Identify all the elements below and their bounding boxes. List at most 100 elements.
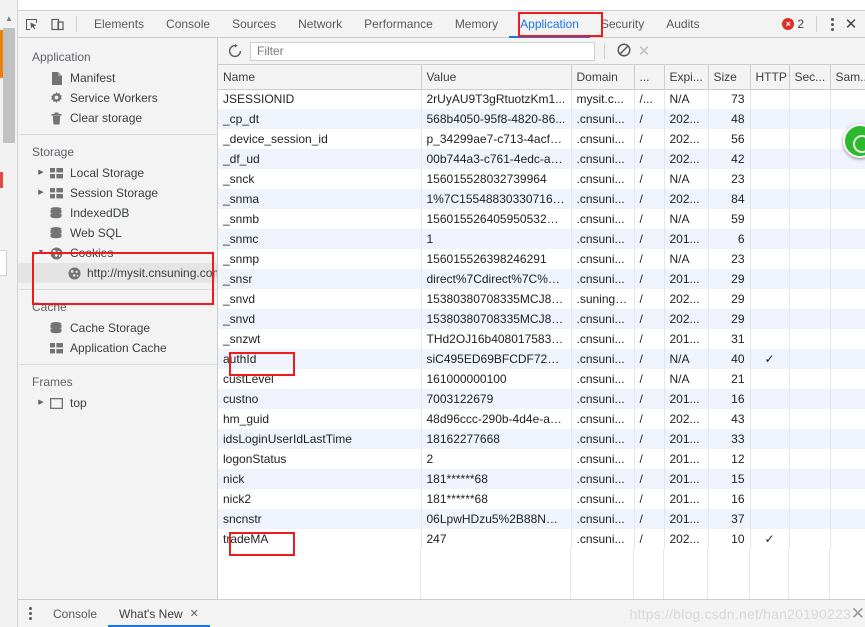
cell-httponly[interactable] <box>750 429 790 449</box>
cell-samesite[interactable] <box>830 429 865 449</box>
cell-httponly[interactable] <box>750 409 790 429</box>
cell-expires[interactable]: 201... <box>664 229 709 249</box>
cell-samesite[interactable] <box>830 189 865 209</box>
cell-name[interactable]: custLevel <box>218 369 422 389</box>
chevron-right-icon[interactable]: ▶ <box>36 183 46 203</box>
cell-name[interactable]: _snvd <box>218 289 422 309</box>
column-header-samesite[interactable]: Sam... <box>830 65 865 90</box>
cell-size[interactable]: 21 <box>708 369 751 389</box>
cell-value[interactable]: 1%7C155488303307164... <box>421 189 572 209</box>
cell-httponly[interactable] <box>750 249 790 269</box>
cell-name[interactable]: _snck <box>218 169 422 189</box>
cell-expires[interactable]: 202... <box>664 129 709 149</box>
cell-size[interactable]: 23 <box>708 169 751 189</box>
sidebar-item-service-workers[interactable]: Service Workers <box>18 88 217 108</box>
cell-secure[interactable] <box>789 409 831 429</box>
cell-samesite[interactable] <box>830 369 865 389</box>
cell-path[interactable]: / <box>634 229 665 249</box>
cell-samesite[interactable] <box>830 229 865 249</box>
table-row[interactable]: custLevel 161000000100 .cnsuni... / N/A 21 <box>218 369 865 389</box>
cell-name[interactable]: _snvd <box>218 309 422 329</box>
sidebar-item-session-storage[interactable]: ▶ Session Storage <box>18 183 217 203</box>
tab-application[interactable]: Application <box>509 11 590 38</box>
cell-httponly[interactable] <box>750 389 790 409</box>
cell-httponly[interactable] <box>750 489 790 509</box>
cell-path[interactable]: / <box>634 269 665 289</box>
cell-httponly[interactable] <box>750 369 790 389</box>
cell-value[interactable]: p_34299ae7-c713-4acf-b... <box>421 129 572 149</box>
cell-domain[interactable]: .cnsuni... <box>571 469 635 489</box>
cell-secure[interactable] <box>789 329 831 349</box>
cell-name[interactable]: _device_session_id <box>218 129 422 149</box>
cell-size[interactable]: 29 <box>708 289 751 309</box>
cell-secure[interactable] <box>789 469 831 489</box>
cell-httponly[interactable] <box>750 309 790 329</box>
cell-httponly[interactable] <box>750 329 790 349</box>
cell-domain[interactable]: .suning.... <box>571 289 635 309</box>
tab-security[interactable]: Security <box>590 11 655 38</box>
cell-domain[interactable]: .cnsuni... <box>571 369 635 389</box>
page-scrollbar[interactable]: ▲ <box>0 0 18 627</box>
table-row[interactable]: sncnstr 06LpwHDzu5%2B88NGT... .cnsuni.../2… <box>218 509 865 529</box>
cell-samesite[interactable] <box>830 269 865 289</box>
cell-path[interactable]: / <box>634 389 665 409</box>
cell-path[interactable]: / <box>634 289 665 309</box>
cell-value[interactable]: 181******68 <box>421 489 572 509</box>
cell-expires[interactable]: N/A <box>664 169 709 189</box>
cell-size[interactable]: 40 <box>708 349 751 369</box>
cell-path[interactable]: / <box>634 469 665 489</box>
table-row[interactable]: _snmb 156015526405950532%... .cnsuni... / N/… <box>218 209 865 229</box>
table-row[interactable]: nick 181******68 .cnsuni.../201... 15 <box>218 469 865 489</box>
cell-domain[interactable]: .cnsuni... <box>571 489 635 509</box>
sidebar-item-indexeddb[interactable]: IndexedDB <box>18 203 217 223</box>
sidebar-item-cookie-origin[interactable]: http://mysit.cnsuning.com <box>18 263 217 283</box>
cell-path[interactable]: / <box>634 189 665 209</box>
close-icon[interactable]: ✕ <box>190 607 199 620</box>
cell-value[interactable]: 568b4050-95f8-4820-86... <box>421 109 572 129</box>
cell-value[interactable]: 06LpwHDzu5%2B88NGT... <box>421 509 572 529</box>
cell-domain[interactable]: .cnsuni... <box>571 269 635 289</box>
table-row[interactable]: authId siC495ED69BFCDF725A3... .cnsuni... /… <box>218 349 865 369</box>
cell-samesite[interactable] <box>830 469 865 489</box>
cell-secure[interactable] <box>789 249 831 269</box>
cell-path[interactable]: / <box>634 249 665 269</box>
column-header-domain[interactable]: Domain <box>571 65 635 90</box>
cell-secure[interactable] <box>789 289 831 309</box>
table-row[interactable]: hm_guid 48d96ccc-290b-4d4e-a1... .cnsuni..… <box>218 409 865 429</box>
cell-secure[interactable] <box>789 149 831 169</box>
cell-secure[interactable] <box>789 229 831 249</box>
table-row[interactable]: _df_ud 00b744a3-c761-4edc-a9... .cnsuni...… <box>218 149 865 169</box>
cell-path[interactable]: / <box>634 349 665 369</box>
cell-samesite[interactable] <box>830 509 865 529</box>
cell-httponly[interactable] <box>750 469 790 489</box>
cell-path[interactable]: / <box>634 309 665 329</box>
tab-audits[interactable]: Audits <box>655 11 710 38</box>
cell-path[interactable]: / <box>634 489 665 509</box>
cell-value[interactable]: THd2OJ16b408017583y... <box>421 329 572 349</box>
cell-domain[interactable]: .cnsuni... <box>571 389 635 409</box>
column-header-path[interactable]: ... <box>634 65 665 90</box>
cell-size[interactable]: 15 <box>708 469 751 489</box>
cell-expires[interactable]: 201... <box>664 329 709 349</box>
chevron-right-icon[interactable]: ▶ <box>36 163 46 183</box>
cell-secure[interactable] <box>789 389 831 409</box>
close-devtools-icon[interactable]: ✕ <box>841 15 861 33</box>
cell-secure[interactable] <box>789 169 831 189</box>
cell-size[interactable]: 37 <box>708 509 751 529</box>
sidebar-item-cookies[interactable]: ▼ Cookies <box>18 243 217 263</box>
cell-domain[interactable]: .cnsuni... <box>571 349 635 369</box>
scrollbar-thumb[interactable] <box>3 28 15 143</box>
cell-domain[interactable]: .cnsuni... <box>571 109 635 129</box>
drawer-tab-whats-new[interactable]: What's New ✕ <box>108 600 210 627</box>
cell-name[interactable]: custno <box>218 389 422 409</box>
cell-domain[interactable]: .cnsuni... <box>571 429 635 449</box>
cell-size[interactable]: 56 <box>708 129 751 149</box>
cell-name[interactable]: nick <box>218 469 422 489</box>
table-row[interactable]: JSESSIONID 2rUyAU9T3gRtuotzKm1... mysit.c.… <box>218 89 865 109</box>
cell-value[interactable]: direct%7Cdirect%7C%7C... <box>421 269 572 289</box>
cell-size[interactable]: 48 <box>708 109 751 129</box>
cell-samesite[interactable] <box>830 529 865 549</box>
cell-name[interactable]: tradeMA <box>218 529 422 549</box>
cell-path[interactable]: / <box>634 169 665 189</box>
cell-secure[interactable] <box>789 89 831 109</box>
